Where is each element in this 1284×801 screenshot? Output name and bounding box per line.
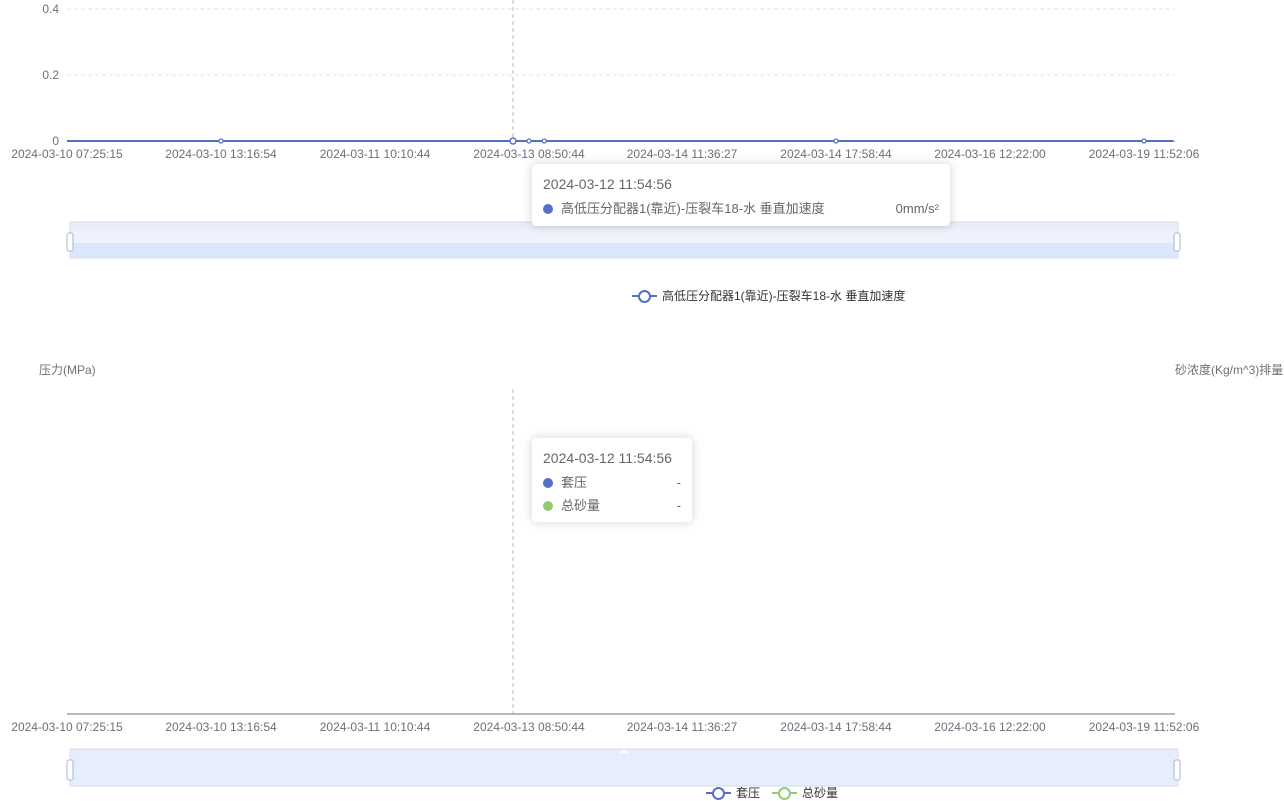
chart2-y-axis-left-name: 压力(MPa): [39, 363, 96, 377]
tooltip-series-name: 套压: [561, 475, 588, 490]
x-tick-label: 2024-03-14 11:36:27: [627, 720, 738, 734]
x-tick-label: 2024-03-19 11:52:06: [1089, 147, 1200, 161]
line-circle-icon: [632, 289, 657, 303]
series-point-highlight: [509, 137, 517, 145]
series-dot-icon: [543, 477, 553, 488]
data-zoom-selection: [71, 756, 1177, 785]
data-zoom-selection: [71, 243, 1177, 258]
series-point: [833, 138, 839, 144]
chart2-tooltip: 2024-03-12 11:54:56 套压 - 总砂量 -: [532, 438, 692, 522]
x-tick-label: 2024-03-10 07:25:15: [11, 720, 123, 734]
y-tick-label: 0.4: [42, 2, 59, 16]
zoom-handle-left: [66, 759, 74, 781]
chart1-tooltip: 2024-03-12 11:54:56 高低压分配器1(靠近)-压裂车18-水 …: [532, 164, 950, 226]
x-tick-label: 2024-03-16 12:22:00: [934, 720, 1046, 734]
y-tick-label: 0.2: [42, 68, 59, 82]
tooltip-series-name: 总砂量: [561, 498, 601, 513]
tooltip-series-value: -: [676, 498, 681, 513]
chart2-tooltip-row: 套压 -: [543, 471, 681, 494]
series-dot-icon: [543, 500, 553, 511]
series-point: [1141, 138, 1147, 144]
series-point: [526, 138, 532, 144]
x-tick-label: 2024-03-13 08:50:44: [473, 720, 585, 734]
x-tick-label: 2024-03-16 12:22:00: [934, 147, 1046, 161]
series-dot-icon: [543, 203, 553, 214]
series-point: [541, 138, 547, 144]
x-tick-label: 2024-03-14 17:58:44: [780, 720, 892, 734]
x-tick-label: 2024-03-10 07:25:15: [11, 147, 123, 161]
chart1-tooltip-row: 高低压分配器1(靠近)-压裂车18-水 垂直加速度 0mm/s²: [543, 197, 939, 220]
zoom-handle-right: [1173, 759, 1181, 781]
series-point: [218, 138, 224, 144]
x-tick-label: 2024-03-11 10:10:44: [320, 147, 431, 161]
x-tick-label: 2024-03-10 13:16:54: [165, 720, 277, 734]
chart1-legend: 高低压分配器1(靠近)-压裂车18-水 垂直加速度: [632, 287, 917, 304]
x-tick-label: 2024-03-11 10:10:44: [320, 720, 431, 734]
chart2-tooltip-title: 2024-03-12 11:54:56: [543, 450, 672, 466]
legend-item-vertical-accel[interactable]: 高低压分配器1(靠近)-压裂车18-水 垂直加速度: [632, 287, 905, 304]
chart2-tooltip-row: 总砂量 -: [543, 494, 681, 517]
y-tick-label: 0: [52, 134, 59, 148]
chart1-tooltip-title: 2024-03-12 11:54:56: [543, 176, 672, 192]
x-tick-label: 2024-03-19 11:52:06: [1089, 720, 1200, 734]
x-tick-label: 2024-03-14 17:58:44: [780, 147, 892, 161]
data-zoom-preview: [71, 229, 1177, 243]
chart2-y-axis-right-name: 砂浓度(Kg/m^3)排量: [1175, 363, 1284, 377]
tooltip-series-name: 高低压分配器1(靠近)-压裂车18-水 垂直加速度: [561, 201, 825, 216]
x-tick-label: 2024-03-14 11:36:27: [627, 147, 738, 161]
zoom-handle-right: [1173, 232, 1181, 252]
tooltip-series-value: -: [676, 475, 681, 490]
x-tick-label: 2024-03-13 08:50:44: [473, 147, 585, 161]
zoom-handle-left: [66, 232, 74, 252]
tooltip-series-value: 0mm/s²: [895, 201, 939, 216]
x-tick-label: 2024-03-10 13:16:54: [165, 147, 277, 161]
legend-label: 高低压分配器1(靠近)-压裂车18-水 垂直加速度: [662, 289, 906, 303]
charts-canvas: 0 0.2 0.4 2024-03-10 07:25:15 2024-03-10 13:…: [11, 0, 1200, 787]
